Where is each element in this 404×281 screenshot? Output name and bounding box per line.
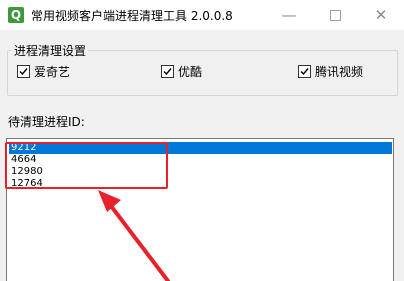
app-window: Q 常用视频客户端进程清理工具 2.0.0.8 — ✕ 进程清理设置 爱奇艺 优… [0,0,404,281]
maximize-icon [329,10,341,21]
close-button[interactable]: ✕ [358,0,404,30]
list-item[interactable]: 12980 [9,166,392,178]
checkmark-icon [300,68,309,76]
window-title: 常用视频客户端进程清理工具 2.0.0.8 [31,9,233,23]
checkbox-youku-label: 优酷 [178,65,203,79]
checkbox-iqiyi-box[interactable] [17,65,30,78]
minimize-button[interactable]: — [266,0,312,30]
checkbox-tencent-video-label: 腾讯视频 [315,65,364,79]
title-bar[interactable]: Q 常用视频客户端进程清理工具 2.0.0.8 — ✕ [0,0,404,30]
checkmark-icon [163,68,172,76]
list-item[interactable]: 4664 [9,154,392,166]
checkbox-youku-box[interactable] [161,65,174,78]
process-list-label: 待清理进程ID: [8,115,85,129]
list-item[interactable]: 12764 [9,178,392,190]
list-item[interactable]: 9212 [9,142,392,154]
app-icon: Q [8,7,24,23]
maximize-button[interactable] [312,0,358,30]
checkbox-tencent-video[interactable]: 腾讯视频 [298,64,363,79]
checkbox-youku[interactable]: 优酷 [161,64,202,79]
settings-group-legend: 进程清理设置 [12,42,89,59]
checkbox-tencent-video-box[interactable] [298,65,311,78]
checkbox-iqiyi[interactable]: 爱奇艺 [17,64,70,79]
process-listbox[interactable]: 9212 4664 12980 12764 [6,138,394,281]
checkbox-iqiyi-label: 爱奇艺 [34,65,71,79]
checkmark-icon [19,68,28,76]
